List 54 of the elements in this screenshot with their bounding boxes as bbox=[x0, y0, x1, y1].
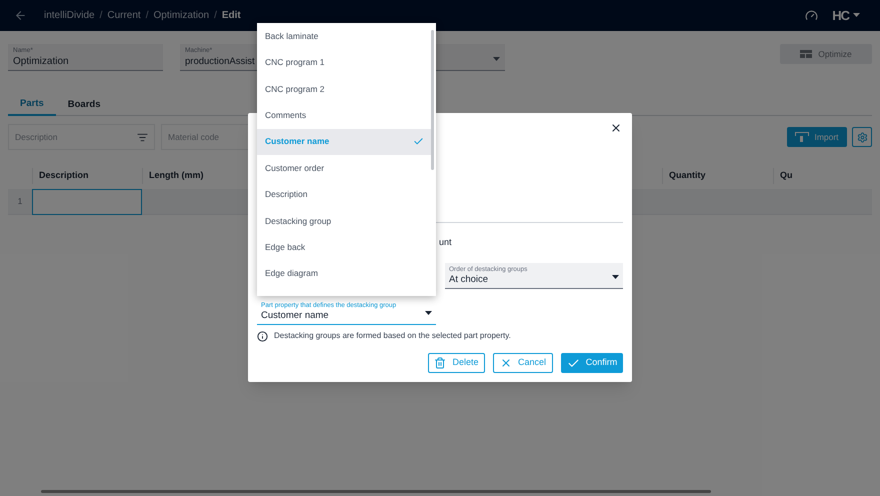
settings-icon bbox=[856, 132, 868, 142]
column-header: Description bbox=[39, 169, 89, 182]
caret-icon[interactable] bbox=[853, 13, 860, 18]
settings-button[interactable] bbox=[852, 127, 872, 147]
table-cell[interactable] bbox=[32, 189, 142, 215]
close-icon[interactable] bbox=[610, 122, 622, 134]
logo[interactable]: HC bbox=[832, 6, 849, 26]
info-icon bbox=[257, 330, 268, 342]
caret-icon bbox=[493, 56, 500, 60]
filter-field[interactable]: Description bbox=[8, 124, 155, 150]
column-header: Qu bbox=[780, 169, 792, 182]
caret-icon bbox=[425, 311, 432, 315]
dropdown-option[interactable]: Edge back bbox=[257, 234, 432, 261]
cancel-button[interactable]: Cancel bbox=[493, 353, 553, 373]
dropdown-option[interactable]: Description bbox=[257, 181, 432, 208]
dropdown-option[interactable]: CNC program 2 bbox=[257, 76, 432, 102]
import-icon bbox=[795, 132, 810, 142]
trash-icon bbox=[434, 357, 446, 369]
close-icon bbox=[500, 357, 512, 369]
field-value: productionAssist bbox=[185, 55, 255, 68]
breadcrumb-item[interactable]: intelliDivide bbox=[44, 8, 95, 23]
info-text: Destacking groups are formed based on the selected part property. bbox=[274, 330, 511, 342]
breadcrumb-separator: / bbox=[146, 9, 148, 23]
dropdown-option[interactable]: Destacking group bbox=[257, 208, 432, 234]
back-arrow-icon[interactable] bbox=[14, 9, 27, 22]
breadcrumb-item: Edit bbox=[222, 9, 241, 23]
dropdown-option[interactable]: Edge diagram bbox=[257, 260, 432, 287]
row-number: 1 bbox=[18, 195, 22, 208]
filter-icon[interactable] bbox=[137, 132, 148, 142]
dropdown-option[interactable]: Customer name bbox=[257, 128, 432, 155]
scrollbar[interactable] bbox=[431, 30, 434, 170]
breadcrumb-item[interactable]: Optimization bbox=[154, 8, 210, 23]
column-header: Quantity bbox=[669, 169, 706, 182]
option-text: unt bbox=[439, 236, 452, 250]
confirm-button[interactable]: Confirm bbox=[561, 353, 623, 373]
filter-input[interactable]: Description bbox=[15, 130, 137, 144]
breadcrumb-item[interactable]: Current bbox=[107, 8, 141, 23]
caret-icon bbox=[612, 275, 619, 279]
field-value: Customer name bbox=[261, 310, 330, 322]
dropdown-option[interactable]: Back laminate bbox=[257, 23, 432, 50]
tab[interactable]: Parts bbox=[8, 94, 56, 116]
dropdown-option[interactable]: Customer order bbox=[257, 154, 432, 182]
delete-button[interactable]: Delete bbox=[428, 353, 485, 373]
breadcrumb-separator: / bbox=[100, 9, 102, 23]
column-header: Length (mm) bbox=[149, 169, 204, 182]
scrollbar[interactable] bbox=[41, 490, 711, 492]
gauge-icon[interactable] bbox=[805, 9, 818, 22]
field-value: Optimization bbox=[13, 55, 70, 68]
breadcrumb-separator: / bbox=[214, 9, 217, 23]
check-icon bbox=[566, 356, 580, 370]
dropdown-option[interactable]: CNC program 1 bbox=[257, 49, 432, 76]
layout-icon bbox=[800, 50, 812, 58]
tab[interactable]: Boards bbox=[56, 94, 112, 116]
field-value: At choice bbox=[449, 274, 490, 286]
